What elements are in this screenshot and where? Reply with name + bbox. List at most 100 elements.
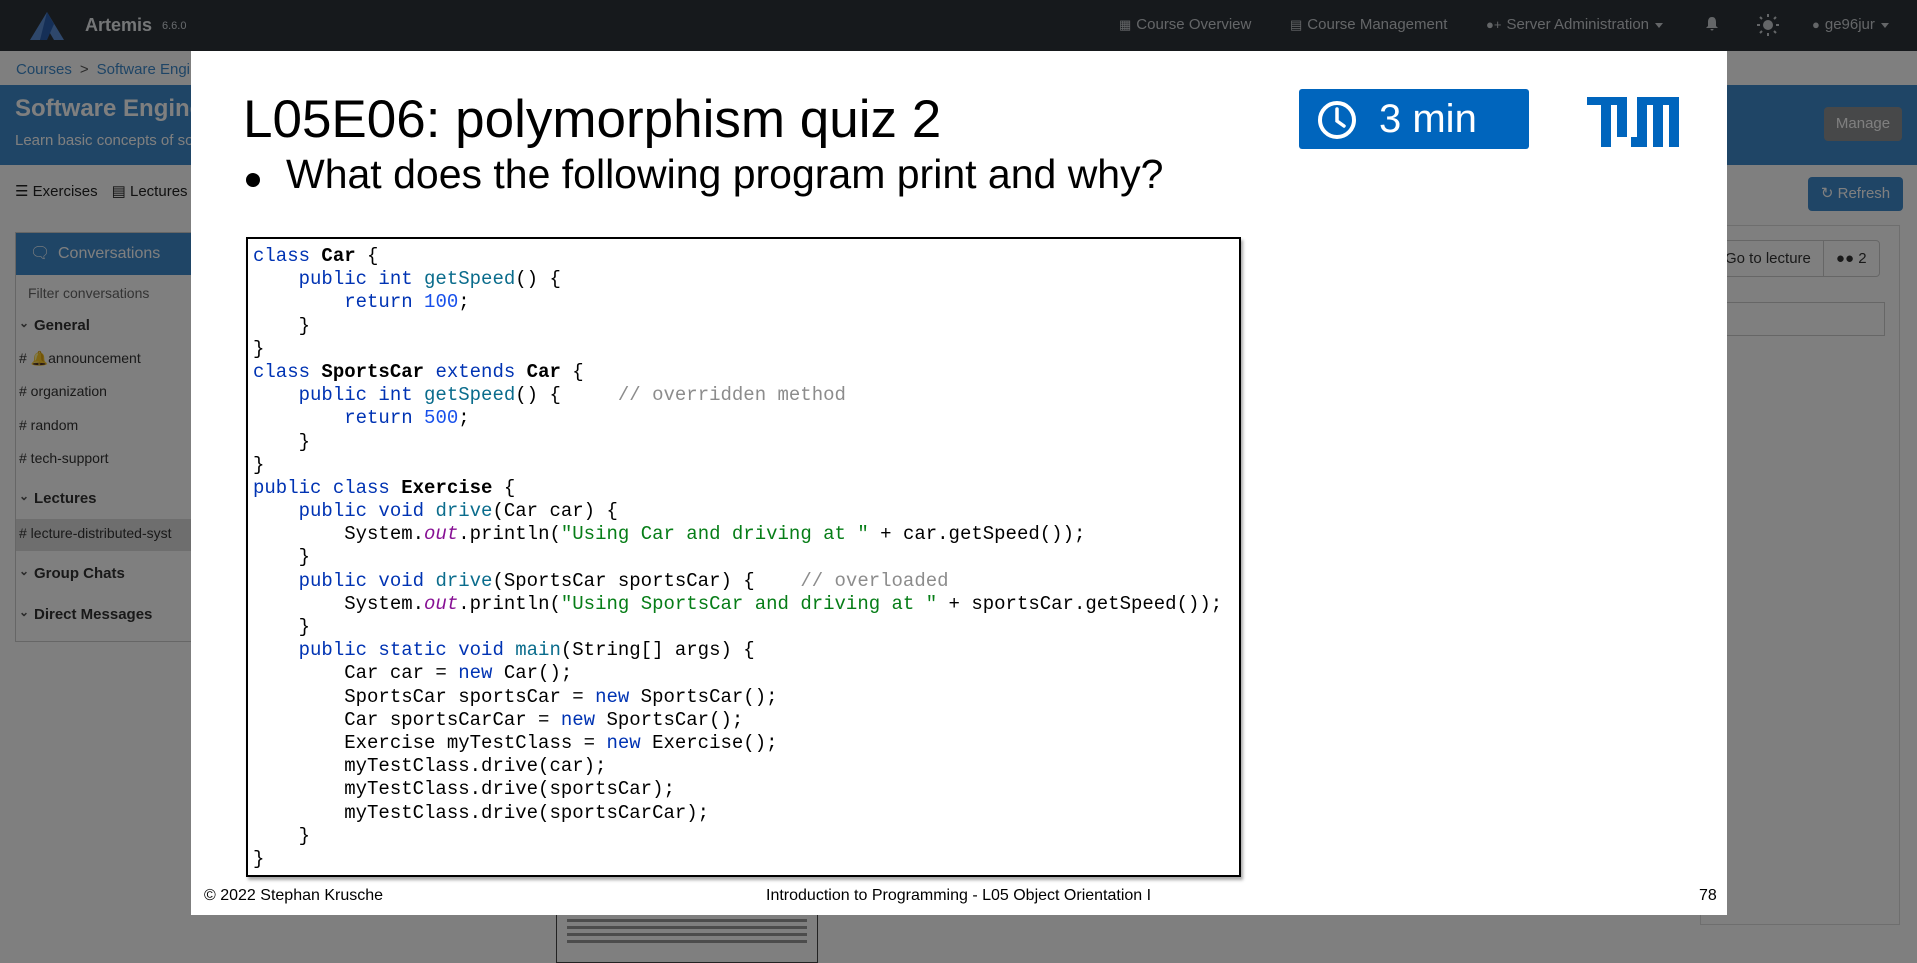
code-token: public int — [298, 268, 425, 291]
code-token: return — [344, 407, 425, 430]
code-token: + sportsCar.getSpeed()); — [937, 592, 1223, 615]
code-token: myTestClass.drive(car); — [253, 755, 607, 778]
code-line: } — [253, 616, 1222, 639]
code-line: } — [253, 546, 1222, 569]
code-line: class SportsCar extends Car { — [253, 361, 1222, 384]
code-token: (Car car) { — [492, 500, 618, 523]
code-line: return 100; — [253, 291, 1222, 314]
code-line: } — [253, 848, 1222, 871]
code-token: public int — [298, 384, 425, 407]
code-token: drive — [435, 569, 493, 592]
code-token: { — [355, 245, 379, 267]
code-token: Car(); — [503, 662, 573, 685]
code-token: System. — [253, 523, 425, 546]
code-line: myTestClass.drive(car); — [253, 755, 1222, 778]
code-line: public void drive(SportsCar sportsCar) {… — [253, 570, 1222, 593]
code-token: } — [253, 847, 265, 870]
code-token: main — [515, 639, 561, 662]
code-token: SportsCar(); — [640, 685, 778, 708]
code-line: class Car { — [253, 245, 1222, 268]
code-line: myTestClass.drive(sportsCar); — [253, 778, 1222, 801]
code-token: public void — [298, 500, 436, 523]
code-line: SportsCar sportsCar = new SportsCar(); — [253, 686, 1222, 709]
code-token: + car.getSpeed()); — [868, 523, 1086, 546]
code-line: } — [253, 315, 1222, 338]
code-token: getSpeed — [424, 268, 516, 291]
code-line: } — [253, 454, 1222, 477]
code-token: myTestClass.drive(sportsCarCar); — [253, 801, 710, 824]
code-line: public void drive(Car car) { — [253, 500, 1222, 523]
code-token: } — [253, 546, 311, 569]
code-token: public class — [253, 476, 402, 499]
code-line: public static void main(String[] args) { — [253, 639, 1222, 662]
code-token: (String[] args) { — [560, 639, 755, 662]
slide-page-number: 78 — [1699, 887, 1717, 904]
code-token: // overloaded — [800, 569, 949, 592]
tum-logo-icon — [1587, 97, 1679, 147]
code-token: { — [560, 360, 584, 383]
code-line: } — [253, 825, 1222, 848]
code-line: System.out.println("Using SportsCar and … — [253, 593, 1222, 616]
code-token: // overridden method — [617, 384, 846, 407]
code-line: return 500; — [253, 407, 1222, 430]
code-token: } — [253, 824, 311, 847]
slide-footer-copyright: © 2022 Stephan Krusche — [204, 887, 384, 904]
code-token: (SportsCar sportsCar) { — [492, 569, 801, 592]
code-token: .println( — [458, 592, 561, 615]
code-token: } — [253, 337, 265, 360]
code-token: } — [253, 616, 311, 638]
code-token: public static void — [298, 639, 516, 662]
code-token: return — [344, 291, 425, 314]
code-token: () { — [515, 384, 618, 407]
code-token: "Using SportsCar and driving at " — [560, 592, 938, 615]
code-token: new — [458, 662, 504, 685]
code-token: out — [424, 592, 459, 615]
code-token: myTestClass.drive(sportsCar); — [253, 778, 675, 801]
code-line: public class Exercise { — [253, 477, 1222, 500]
code-token: new — [606, 731, 653, 754]
code-token: ; — [458, 291, 470, 314]
code-token: Exercise(); — [652, 731, 778, 754]
code-line: public int getSpeed() { // overridden me… — [253, 384, 1222, 407]
code-listing: class Car { public int getSpeed() { retu… — [246, 237, 1241, 877]
code-token: Car — [526, 360, 561, 383]
code-token: Exercise myTestClass = — [253, 731, 607, 754]
code-token: 500 — [424, 407, 459, 430]
code-token: "Using Car and driving at " — [560, 523, 869, 546]
code-token: ; — [458, 407, 470, 430]
code-token: new — [595, 685, 641, 708]
clock-icon — [1318, 101, 1356, 139]
code-line: } — [253, 431, 1222, 454]
code-line: System.out.println("Using Car and drivin… — [253, 523, 1222, 546]
code-token: Car sportsCarCar = — [253, 708, 561, 731]
code-token: getSpeed — [424, 384, 516, 407]
code-token: SportsCar(); — [606, 708, 744, 731]
code-token: } — [253, 314, 311, 337]
code-line: Car car = new Car(); — [253, 662, 1222, 685]
slide-title: L05E06: polymorphism quiz 2 — [243, 90, 942, 149]
code-line: } — [253, 338, 1222, 361]
code-line: public int getSpeed() { — [253, 268, 1222, 291]
code-token: drive — [435, 500, 493, 523]
slide-bullet: What does the following program print an… — [286, 151, 1164, 197]
code-line: myTestClass.drive(sportsCarCar); — [253, 802, 1222, 825]
timer-text: 3 min — [1379, 97, 1477, 141]
code-token: out — [424, 523, 459, 546]
code-token: { — [492, 476, 516, 499]
timer-badge: 3 min — [1299, 89, 1529, 149]
code-token: } — [253, 430, 311, 453]
code-token: Car — [321, 245, 356, 267]
code-token: () { — [515, 268, 561, 291]
code-token: SportsCar — [321, 360, 425, 383]
code-line: Exercise myTestClass = new Exercise(); — [253, 732, 1222, 755]
code-token: new — [560, 708, 607, 731]
code-token: Car car = — [253, 662, 459, 685]
code-token: .println( — [458, 523, 561, 546]
code-token: SportsCar sportsCar = — [253, 685, 596, 708]
